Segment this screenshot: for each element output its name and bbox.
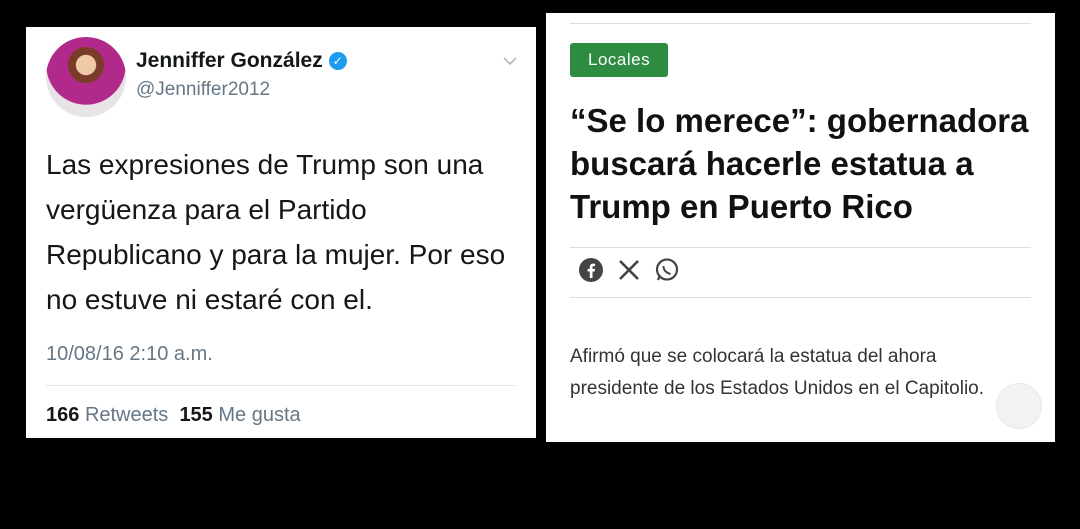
share-bar [578, 257, 680, 283]
author-name-text: Jenniffer González [136, 49, 323, 72]
tweet-stats: 166 Retweets 155 Me gusta [46, 404, 301, 427]
article-headline[interactable]: “Se lo merece”: gobernadora buscará hace… [570, 99, 1040, 228]
likes-link[interactable]: Me gusta [218, 404, 300, 426]
author-handle[interactable]: @Jenniffer2012 [136, 79, 270, 101]
whatsapp-icon[interactable] [654, 257, 680, 283]
tweet-timestamp[interactable]: 10/08/16 2:10 a.m. [46, 343, 213, 366]
author-name[interactable]: Jenniffer González ✓ [136, 49, 347, 73]
retweets-link[interactable]: Retweets [85, 404, 168, 426]
avatar[interactable] [46, 37, 126, 117]
tweet-text: Las expresiones de Trump son una vergüen… [46, 149, 506, 315]
chevron-down-icon[interactable] [502, 53, 518, 69]
divider [570, 297, 1031, 298]
tweet-card: Jenniffer González ✓ @Jenniffer2012 Las e… [26, 27, 536, 438]
category-tag[interactable]: Locales [570, 43, 669, 77]
divider [570, 247, 1031, 248]
facebook-icon[interactable] [578, 257, 604, 283]
likes-count: 155 [179, 404, 213, 426]
x-icon[interactable] [616, 257, 642, 283]
divider [46, 385, 516, 386]
article-summary: Afirmó que se colocará la estatua del ah… [570, 346, 985, 399]
seal-icon [996, 383, 1042, 429]
retweets-count: 166 [46, 404, 80, 426]
news-article-card: Locales “Se lo merece”: gobernadora busc… [546, 13, 1055, 442]
verified-badge-icon: ✓ [328, 52, 347, 70]
divider [570, 23, 1031, 24]
